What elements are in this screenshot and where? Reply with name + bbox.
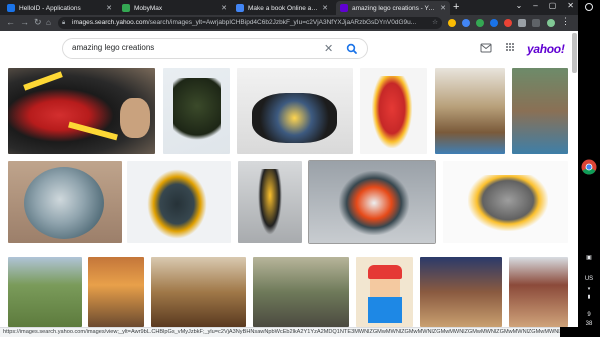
tab-helloid[interactable]: HelloID - Applications ✕ [3, 1, 116, 15]
tab-title: HelloID - Applications [19, 4, 81, 12]
minimize-icon[interactable]: – [533, 1, 537, 10]
tab-title: MobyMax [134, 4, 163, 12]
close-icon[interactable]: ✕ [322, 4, 328, 12]
tab-title: amazing lego creations - Yahoo Ima [352, 4, 437, 12]
image-result-lego-spider[interactable] [8, 68, 155, 154]
launcher-icon[interactable] [585, 3, 593, 11]
image-result-lego-dragon-bionicle[interactable] [163, 68, 230, 154]
close-icon[interactable]: ✕ [440, 4, 446, 12]
chevron-down-icon[interactable]: ⌄ [516, 1, 523, 10]
tab-mobymax[interactable]: MobyMax ✕ [118, 1, 231, 15]
image-result-lego-yellow-robot[interactable] [238, 161, 302, 243]
image-result-lego-red-mech[interactable] [360, 68, 427, 154]
tab-title: Make a book Online about your fa [248, 4, 319, 12]
kebab-menu-icon[interactable]: ⋮ [561, 16, 570, 27]
clear-icon[interactable]: ✕ [324, 42, 333, 55]
extension-icon[interactable] [476, 19, 484, 27]
new-tab-plus-icon[interactable]: + [453, 2, 459, 13]
search-input[interactable]: amazing lego creations [72, 43, 154, 52]
screen-capture-icon[interactable]: ▣ [578, 254, 600, 261]
image-result-lego-diorama[interactable] [512, 68, 568, 154]
search-icon[interactable] [345, 42, 359, 56]
yahoo-favicon-icon [340, 4, 348, 12]
close-icon[interactable]: ✕ [106, 4, 112, 12]
tab-yahoo-images[interactable]: amazing lego creations - Yahoo Ima ✕ [336, 1, 450, 15]
extension-icon[interactable] [462, 19, 470, 27]
image-result-lego-figures[interactable] [151, 257, 246, 327]
mail-icon[interactable] [480, 43, 492, 53]
mobymax-favicon-icon [122, 4, 130, 12]
address-bar[interactable]: 🔒︎ images.search.yahoo.com/search/images… [58, 17, 442, 29]
keyboard-locale[interactable]: US [578, 276, 600, 282]
image-result-lego-mario[interactable] [356, 257, 413, 327]
clock-hour[interactable]: 9 [578, 312, 600, 318]
image-result-lego-tree[interactable] [88, 257, 144, 327]
helloid-favicon-icon [7, 4, 15, 12]
extension-icon[interactable] [490, 19, 498, 27]
image-result-lego-castle[interactable] [435, 68, 505, 154]
yahoo-logo[interactable]: yahoo! [527, 42, 565, 56]
puzzle-icon[interactable] [518, 19, 526, 27]
clock-minute[interactable]: 38 [578, 321, 600, 327]
screen: { "tabs": [ {"title": "HelloID - Applica… [0, 0, 600, 337]
os-shelf: ▣ US ▾ ▮ 9 38 [578, 0, 600, 337]
close-icon[interactable]: ✕ [221, 4, 227, 12]
url-path: /search/images_ylt=AwrjabpICHBipd4C6b2Jz… [147, 19, 417, 26]
image-result-lego-gray-walker[interactable] [443, 161, 568, 243]
close-window-icon[interactable]: ✕ [567, 1, 574, 10]
reload-icon[interactable]: ↻ [34, 17, 42, 28]
wifi-icon: ▾ [587, 286, 591, 292]
image-result-lego-motorcycle[interactable] [237, 68, 353, 154]
tab-make-a-book[interactable]: Make a book Online about your fa ✕ [232, 1, 332, 15]
extension-icon[interactable] [448, 19, 456, 27]
sidepanel-icon[interactable] [532, 19, 540, 27]
window-controls: ⌄ – ▢ ✕ [516, 1, 574, 10]
image-result-lego-mech-walker[interactable] [309, 161, 435, 243]
image-result-lego-death-star[interactable] [8, 161, 122, 243]
page-scrollbar[interactable] [572, 33, 577, 73]
page-content: amazing lego creations ✕ yahoo! [0, 31, 578, 327]
image-result-lego-building[interactable] [509, 257, 568, 327]
image-result-lego-village[interactable] [420, 257, 502, 327]
star-icon[interactable]: ☆ [432, 17, 438, 29]
tab-strip: HelloID - Applications ✕ MobyMax ✕ Make … [0, 0, 578, 15]
profile-avatar[interactable] [547, 19, 555, 27]
home-icon[interactable]: ⌂ [46, 17, 51, 28]
forward-icon[interactable]: → [20, 17, 29, 28]
book-favicon-icon [236, 4, 244, 12]
chrome-app-icon[interactable] [581, 159, 597, 175]
lock-icon: 🔒︎ [62, 20, 66, 26]
image-result-lego-landscape[interactable] [253, 257, 349, 327]
url-host: images.search.yahoo.com [72, 19, 148, 26]
search-box[interactable]: amazing lego creations ✕ [62, 38, 368, 59]
image-result-lego-robot-warrior[interactable] [127, 161, 231, 243]
back-icon[interactable]: ← [6, 17, 15, 28]
browser-toolbar: ← → ↻ ⌂ 🔒︎ images.search.yahoo.com/searc… [0, 15, 578, 31]
image-result-lego-city[interactable] [8, 257, 82, 327]
extension-icon[interactable] [504, 19, 512, 27]
maximize-icon[interactable]: ▢ [549, 1, 557, 10]
battery-icon: ▮ [587, 294, 591, 300]
link-status-bar: https://images.search.yahoo.com/images/v… [0, 327, 560, 337]
apps-grid-icon[interactable] [505, 42, 515, 52]
